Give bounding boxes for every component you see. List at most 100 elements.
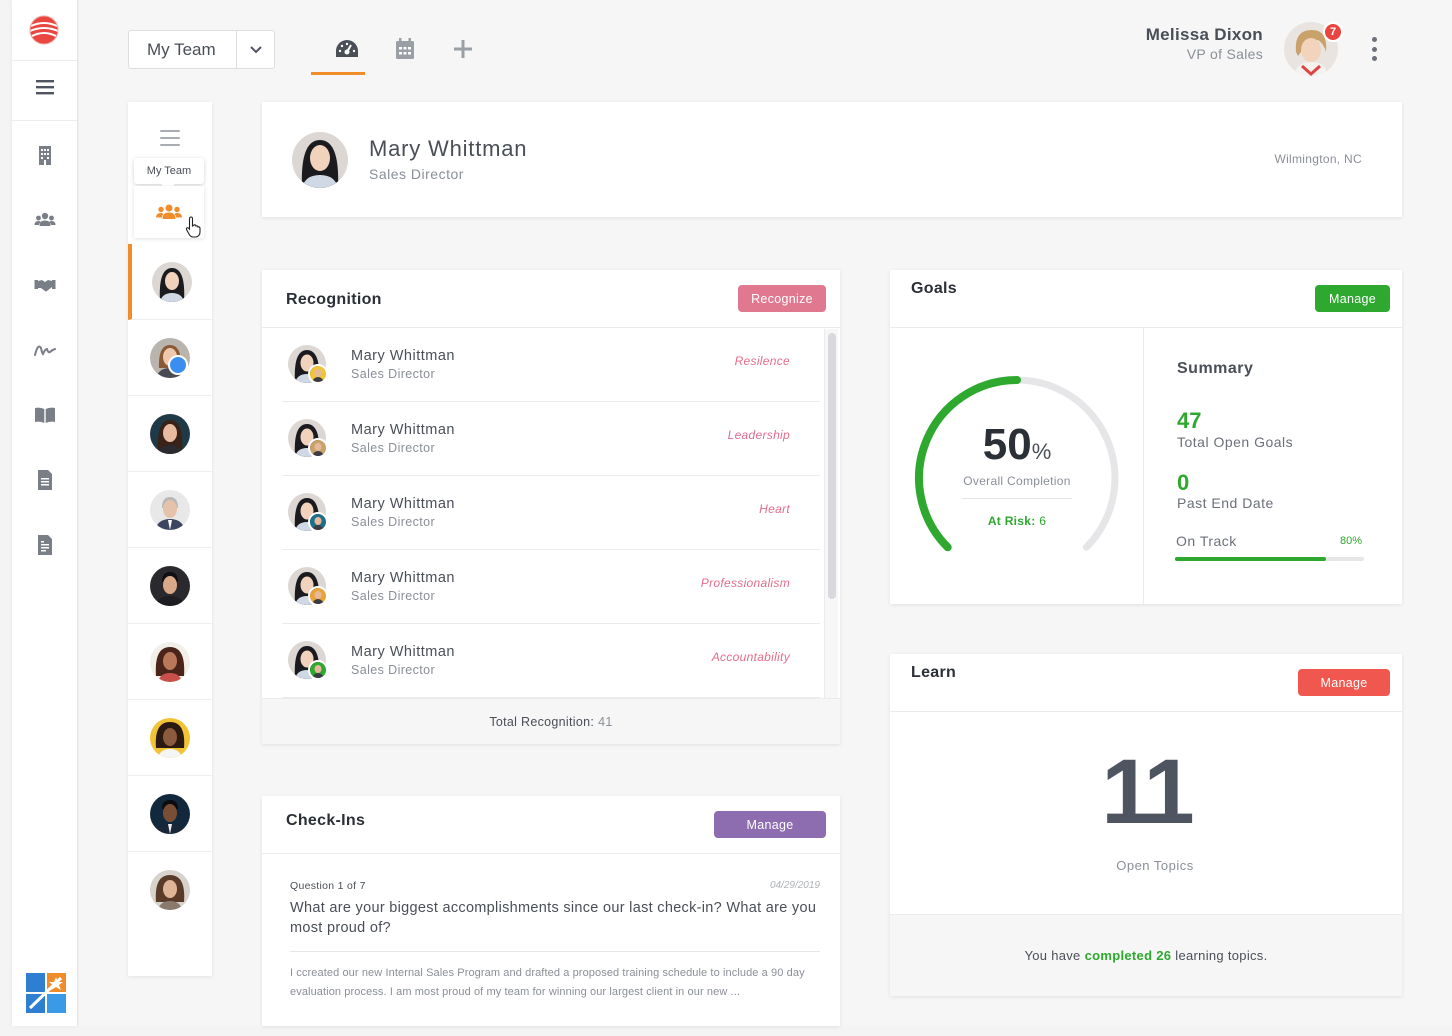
- learn-footer: You have completed 26 learning topics.: [890, 914, 1402, 996]
- past-end-label: Past End Date: [1177, 495, 1274, 511]
- recognition-tag[interactable]: Leadership: [728, 428, 790, 442]
- completion-gauge: 50% Overall Completion At Risk: 6: [890, 328, 1144, 604]
- user-name: Melissa Dixon: [1145, 25, 1263, 44]
- profile-title: Sales Director: [369, 166, 464, 182]
- avatar: [150, 565, 190, 606]
- recognition-tag[interactable]: Resilence: [735, 354, 790, 368]
- team-member-1[interactable]: [128, 244, 212, 320]
- completion-unit: %: [1031, 439, 1052, 464]
- team-member-9[interactable]: [128, 852, 212, 928]
- cursor-hand-icon: [185, 216, 201, 238]
- menu-icon[interactable]: [32, 74, 58, 100]
- calendar-icon: [396, 38, 414, 59]
- recognition-item[interactable]: Mary Whittman Sales Director Professionali…: [282, 550, 820, 624]
- user-role: VP of Sales: [1186, 46, 1263, 62]
- open-topics-label: Open Topics: [1116, 858, 1194, 873]
- handshake-icon[interactable]: [32, 272, 58, 298]
- avatar: [150, 717, 190, 758]
- open-goals-label: Total Open Goals: [1177, 434, 1294, 450]
- learn-title: Learn: [911, 664, 957, 681]
- at-risk: At Risk: 6: [890, 514, 1144, 528]
- team-member-4[interactable]: [128, 472, 212, 548]
- completion-number: 50: [982, 420, 1032, 469]
- recognition-title: Sales Director: [351, 367, 436, 381]
- avatar: [150, 870, 190, 910]
- profile-avatar: [292, 132, 348, 188]
- open-goals-count: 47: [1177, 408, 1202, 433]
- signature-icon[interactable]: [32, 337, 58, 363]
- team-member-6[interactable]: [128, 624, 212, 700]
- notification-badge[interactable]: 7: [1323, 22, 1343, 42]
- recognition-title: Sales Director: [351, 441, 436, 455]
- giver-avatar: [308, 438, 328, 458]
- team-member-5[interactable]: [128, 548, 212, 624]
- recognition-item[interactable]: Mary Whittman Sales Director Accountabilit…: [282, 624, 820, 698]
- book-icon[interactable]: [32, 402, 58, 428]
- recognition-name: Mary Whittman: [351, 644, 455, 660]
- checkins-card: Check-Ins Manage Question 1 of 7 04/29/2…: [262, 796, 840, 1026]
- learn-manage-button[interactable]: Manage: [1298, 669, 1390, 696]
- tab-add[interactable]: [448, 34, 478, 64]
- avatar: [150, 413, 190, 454]
- profile-name: Mary Whittman: [369, 136, 528, 161]
- total-recognition-label: Total Recognition:: [489, 714, 595, 729]
- question-counter: Question 1 of 7: [290, 880, 366, 892]
- rail-menu-icon[interactable]: [160, 130, 180, 146]
- dashboard-icon: [336, 40, 358, 57]
- document-icon[interactable]: [32, 467, 58, 493]
- chevron-down-icon[interactable]: [236, 31, 274, 68]
- recognition-tag[interactable]: Accountability: [712, 650, 790, 664]
- team-member-8[interactable]: [128, 776, 212, 852]
- profile-location: Wilmington, NC: [1274, 152, 1362, 166]
- completion-value: 50%: [890, 420, 1144, 470]
- recognition-title: Sales Director: [351, 515, 436, 529]
- recognition-item[interactable]: Mary Whittman Sales Director Leadership: [282, 402, 820, 476]
- recognize-button[interactable]: Recognize: [738, 285, 826, 312]
- tab-calendar[interactable]: [390, 34, 420, 64]
- team-member-7[interactable]: [128, 700, 212, 776]
- recognition-item[interactable]: Mary Whittman Sales Director Heart: [282, 476, 820, 550]
- main-area: My Team Melissa Dixon VP of Sales 7 My T…: [79, 0, 1452, 1026]
- recognition-footer: Total Recognition: 41: [262, 698, 840, 744]
- app-logo[interactable]: [28, 14, 60, 46]
- completion-label: Overall Completion: [963, 474, 1071, 488]
- active-tab-indicator: [311, 72, 365, 75]
- checkin-date: 04/29/2019: [769, 880, 820, 891]
- avatar: [152, 261, 192, 302]
- recognition-scrollbar[interactable]: [824, 329, 838, 699]
- on-track-label: On Track: [1176, 533, 1237, 549]
- team-member-3[interactable]: [128, 396, 212, 472]
- learn-footer-highlight: completed 26: [1084, 948, 1172, 963]
- at-risk-label: At Risk:: [987, 514, 1036, 528]
- building-icon[interactable]: [32, 142, 58, 168]
- recognition-item[interactable]: Mary Whittman Sales Director Resilence: [282, 328, 820, 402]
- my-team-button[interactable]: [134, 186, 204, 238]
- recognition-title: Recognition: [286, 291, 382, 308]
- status-badge: [168, 355, 188, 375]
- at-risk-value: 6: [1039, 514, 1047, 528]
- report-icon[interactable]: [32, 532, 58, 558]
- recognition-tag[interactable]: Heart: [759, 502, 790, 516]
- users-icon[interactable]: [32, 207, 58, 233]
- more-options-icon[interactable]: [1363, 37, 1385, 61]
- past-end-count: 0: [1177, 470, 1190, 495]
- team-select[interactable]: My Team: [128, 30, 275, 69]
- on-track-progress-fill: [1175, 557, 1327, 561]
- recognition-tag[interactable]: Professionalism: [701, 576, 790, 590]
- team-icon: [156, 204, 182, 219]
- tab-dashboard[interactable]: [332, 34, 362, 64]
- team-rail: My Team: [128, 102, 212, 976]
- checkins-manage-button[interactable]: Manage: [714, 811, 826, 838]
- scrollbar-thumb[interactable]: [828, 333, 836, 599]
- giver-avatar: [308, 660, 328, 680]
- on-track-progress: [1175, 557, 1364, 561]
- recognition-card: Recognition Recognize Mary Whittman Sales…: [262, 270, 840, 744]
- giver-avatar: [308, 364, 328, 384]
- recognition-name: Mary Whittman: [351, 348, 455, 364]
- on-track-percent: 80%: [1340, 535, 1363, 547]
- goals-manage-button[interactable]: Manage: [1315, 285, 1390, 312]
- plus-icon: [454, 40, 472, 58]
- team-select-label: My Team: [147, 39, 216, 59]
- checkin-answer: I ccreated our new Internal Sales Progra…: [290, 967, 805, 998]
- team-member-2[interactable]: [128, 320, 212, 396]
